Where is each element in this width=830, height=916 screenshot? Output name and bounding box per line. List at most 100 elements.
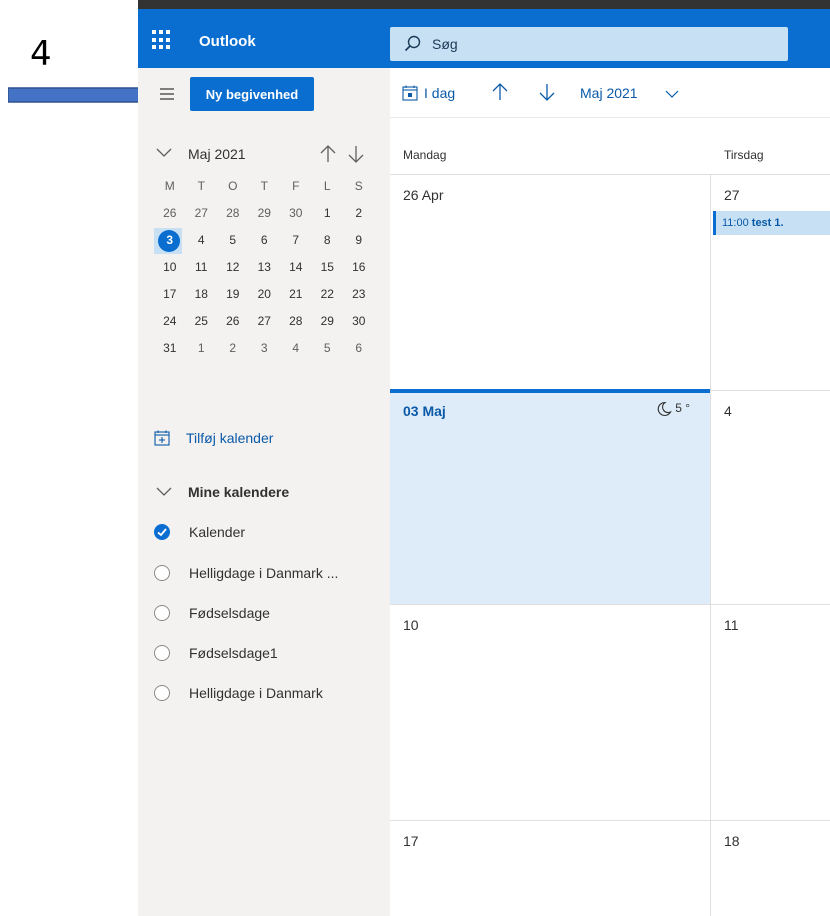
mini-calendar-day[interactable]: 2 (217, 336, 249, 360)
current-month-label[interactable]: Maj 2021 (580, 85, 638, 101)
day-number: 10 (403, 617, 419, 633)
calendar-toolbar: I dag Maj 2021 (390, 68, 830, 118)
mini-calendar-day[interactable]: 6 (343, 336, 375, 360)
day-number: 27 (724, 187, 740, 203)
mini-calendar-day[interactable]: 18 (186, 282, 218, 306)
weather-indicator[interactable]: 5 ° (656, 401, 690, 417)
mini-calendar-day[interactable]: 27 (249, 309, 281, 333)
mini-calendar-day[interactable]: 28 (280, 309, 312, 333)
calendar-item-label: Kalender (189, 524, 246, 540)
mini-calendar-day[interactable]: 2 (343, 201, 375, 225)
next-arrow-icon[interactable] (539, 82, 555, 102)
mini-calendar-day[interactable]: 5 (217, 228, 249, 252)
app-header: Outlook Søg (138, 9, 830, 68)
today-button[interactable]: I dag (402, 85, 455, 101)
mini-calendar-day[interactable]: 29 (312, 309, 344, 333)
mini-calendar-day[interactable]: 30 (343, 309, 375, 333)
mini-calendar-day[interactable]: 12 (217, 255, 249, 279)
mini-calendar-day[interactable]: 16 (343, 255, 375, 279)
step-number-annotation: 4 (30, 34, 52, 74)
unchecked-circle-icon[interactable] (154, 565, 170, 581)
calendar-add-icon (154, 430, 170, 446)
mini-calendar-day[interactable]: 22 (312, 282, 344, 306)
event-title: test 1. (751, 217, 784, 229)
event-time: 11:00 (722, 217, 749, 229)
calendar-item-fodselsdage1[interactable]: Fødselsdage1 (154, 642, 278, 664)
calendar-item-fodselsdage[interactable]: Fødselsdage (154, 602, 270, 624)
day-cell[interactable]: 27 11:00 test 1. (710, 175, 830, 390)
calendar-event[interactable]: 11:00 test 1. (713, 211, 830, 235)
calendar-item-kalender[interactable]: Kalender (154, 521, 245, 543)
day-cell[interactable]: 17 (390, 821, 710, 916)
app-name[interactable]: Outlook (199, 33, 256, 50)
day-cell-today[interactable]: 03 Maj 5 ° (390, 389, 710, 604)
mini-calendar-day[interactable]: 13 (249, 255, 281, 279)
mini-calendar-day[interactable]: 3 (249, 336, 281, 360)
left-pane: Ny begivenhed Maj 2021 M T O T F L S 26 … (138, 68, 390, 916)
mini-calendar-week: 26 27 28 29 30 1 2 (154, 201, 376, 225)
mini-calendar-day[interactable]: 15 (312, 255, 344, 279)
mini-calendar-day[interactable]: 5 (312, 336, 344, 360)
weekday-header: O (228, 179, 238, 193)
chevron-down-icon[interactable] (665, 90, 679, 99)
unchecked-circle-icon[interactable] (154, 645, 170, 661)
arrow-down-icon[interactable] (348, 144, 364, 164)
search-placeholder: Søg (432, 36, 458, 52)
mini-calendar-day[interactable]: 10 (154, 255, 186, 279)
mini-calendar-day[interactable]: 27 (186, 201, 218, 225)
day-cell[interactable]: 11 (710, 605, 830, 820)
mini-calendar-day[interactable]: 20 (249, 282, 281, 306)
mini-calendar-day[interactable]: 23 (343, 282, 375, 306)
mini-calendar-day[interactable]: 26 (154, 201, 186, 225)
search-box[interactable]: Søg (390, 27, 788, 61)
calendar-item-helligdage-2[interactable]: Helligdage i Danmark (154, 682, 323, 704)
mini-calendar-day[interactable]: 14 (280, 255, 312, 279)
chevron-down-icon[interactable] (156, 148, 172, 158)
checked-circle-icon[interactable] (154, 524, 170, 540)
mini-calendar-day[interactable]: 7 (280, 228, 312, 252)
mini-calendar-day[interactable]: 8 (312, 228, 344, 252)
day-cell[interactable]: 18 (710, 821, 830, 916)
day-cell[interactable]: 26 Apr (390, 175, 710, 390)
mini-calendar-week: 3456789 (154, 228, 376, 254)
mini-calendar-day[interactable]: 25 (186, 309, 218, 333)
search-icon (404, 35, 421, 52)
day-number: 26 Apr (403, 187, 444, 203)
collapse-pane-icon[interactable] (160, 88, 174, 100)
app-launcher-icon[interactable] (152, 30, 172, 50)
calendar-item-helligdage-1[interactable]: Helligdage i Danmark ... (154, 562, 338, 584)
day-number: 4 (724, 403, 732, 419)
mini-calendar-day[interactable]: 6 (249, 228, 281, 252)
mini-calendar-day[interactable]: 29 (249, 201, 281, 225)
arrow-up-icon[interactable] (320, 144, 336, 164)
mini-calendar-day[interactable]: 28 (217, 201, 249, 225)
calendar-item-label: Fødselsdage (189, 605, 270, 621)
mini-calendar-week: 31 1 2 3 4 5 6 (154, 336, 376, 360)
mini-calendar-day[interactable]: 30 (280, 201, 312, 225)
day-cell[interactable]: 10 (390, 605, 710, 820)
unchecked-circle-icon[interactable] (154, 605, 170, 621)
mini-calendar-month[interactable]: Maj 2021 (188, 146, 246, 162)
mini-calendar-day[interactable]: 4 (280, 336, 312, 360)
mini-calendar-day[interactable]: 19 (217, 282, 249, 306)
mini-calendar-day[interactable]: 26 (217, 309, 249, 333)
mini-calendar-day[interactable]: 31 (154, 336, 186, 360)
mini-calendar-day[interactable]: 24 (154, 309, 186, 333)
day-number: 17 (403, 833, 419, 849)
week-row: 17 18 (390, 820, 830, 916)
mini-calendar-day[interactable]: 21 (280, 282, 312, 306)
mini-calendar-day[interactable]: 4 (186, 228, 218, 252)
day-cell[interactable]: 4 (710, 391, 830, 604)
mini-calendar-week: 17 18 19 20 21 22 23 (154, 282, 376, 306)
mini-calendar-day[interactable]: 1 (312, 201, 344, 225)
new-event-button[interactable]: Ny begivenhed (190, 77, 314, 111)
my-calendars-group[interactable]: Mine kalendere (156, 482, 289, 502)
mini-calendar-day[interactable]: 17 (154, 282, 186, 306)
unchecked-circle-icon[interactable] (154, 685, 170, 701)
mini-calendar-day[interactable]: 11 (186, 255, 218, 279)
previous-arrow-icon[interactable] (492, 82, 508, 102)
mini-calendar-day[interactable]: 1 (186, 336, 218, 360)
add-calendar-link[interactable]: Tilføj kalender (154, 428, 273, 448)
mini-calendar-day-today[interactable]: 3 (154, 228, 186, 254)
mini-calendar-day[interactable]: 9 (343, 228, 375, 252)
